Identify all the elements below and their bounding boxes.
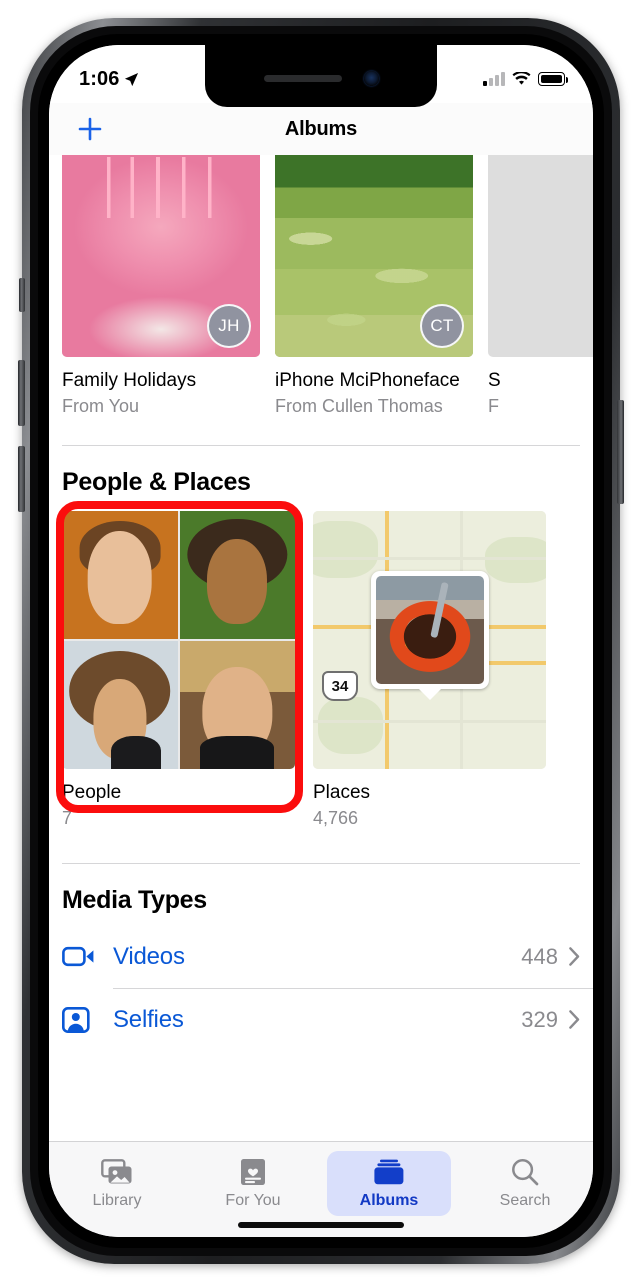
media-types-list: Videos 448 Selfies 329: [49, 925, 593, 1051]
avatar: JH: [207, 304, 251, 348]
album-title: S: [488, 370, 501, 391]
tab-library[interactable]: Library: [55, 1151, 179, 1216]
faces-grid: [62, 511, 295, 769]
face-photo: [179, 511, 295, 639]
status-bar-left: 1:06: [79, 68, 139, 91]
device-notch: [205, 45, 437, 107]
chevron-right-icon: [569, 947, 580, 966]
album-thumbnail[interactable]: [488, 155, 593, 357]
cellular-signal-icon: [483, 71, 505, 86]
volume-down-button[interactable]: [18, 446, 25, 512]
page-title: Albums: [284, 117, 358, 140]
mute-switch[interactable]: [19, 278, 25, 312]
media-type-count: 329: [521, 1006, 558, 1032]
chevron-right-icon: [569, 1010, 580, 1029]
screenshot-stage: 1:06 Albums JH Family Holidays From You …: [0, 0, 642, 1280]
media-type-row-videos[interactable]: Videos 448: [62, 925, 593, 988]
status-bar-right: [483, 71, 569, 86]
stew-bowl-photo: [375, 575, 484, 684]
tab-label: Albums: [359, 1192, 419, 1209]
avatar: CT: [420, 304, 464, 348]
section-header-people-places: People & Places: [62, 468, 251, 496]
battery-full-icon: [538, 72, 569, 86]
volume-up-button[interactable]: [18, 360, 25, 426]
magnifier-icon: [511, 1156, 539, 1188]
plus-icon: [78, 117, 102, 141]
status-time: 1:06: [79, 67, 120, 90]
album-thumbnail[interactable]: CT: [275, 155, 473, 357]
album-subtitle: From Cullen Thomas: [275, 396, 443, 416]
face-photo: [62, 641, 178, 769]
face-photo: [62, 511, 178, 639]
media-type-label: Selfies: [113, 1005, 184, 1033]
wifi-icon: [512, 72, 531, 85]
location-arrow-icon: [125, 72, 139, 87]
people-thumbnail[interactable]: [62, 511, 295, 769]
places-title: Places: [313, 782, 371, 803]
places-album-card[interactable]: 34 Places 4,766: [313, 511, 546, 829]
people-title: People: [62, 782, 122, 803]
power-button[interactable]: [617, 400, 624, 504]
shared-album-card[interactable]: CT iPhone MciPhoneface From Cullen Thoma…: [275, 155, 473, 417]
people-places-row: People 7 34 Places 4,766: [49, 497, 593, 829]
album-title: iPhone MciPhoneface: [275, 370, 460, 391]
media-type-label: Videos: [113, 942, 185, 970]
tab-label: Search: [499, 1192, 551, 1209]
media-type-row-selfies[interactable]: Selfies 329: [62, 988, 593, 1051]
partial-photo: [488, 155, 593, 357]
tab-label: Library: [92, 1192, 142, 1209]
shared-albums-row[interactable]: JH Family Holidays From You CT iPhone Mc…: [49, 155, 593, 417]
photo-map-pin: [370, 570, 489, 689]
home-indicator[interactable]: [238, 1222, 404, 1228]
navigation-bar: Albums: [49, 103, 593, 155]
photo-stack-icon: [101, 1156, 133, 1188]
heart-card-icon: [240, 1156, 266, 1188]
tab-search[interactable]: Search: [463, 1151, 587, 1216]
shared-album-card[interactable]: S F: [488, 155, 593, 417]
video-camera-icon: [62, 945, 100, 968]
places-count: 4,766: [313, 808, 359, 828]
album-subtitle: From You: [62, 396, 140, 416]
media-type-count: 448: [521, 943, 558, 969]
face-photo: [179, 641, 295, 769]
selfie-person-icon: [62, 1006, 100, 1033]
front-camera-icon: [363, 70, 379, 86]
albums-scroll-view[interactable]: JH Family Holidays From You CT iPhone Mc…: [49, 155, 593, 1155]
tab-for-you[interactable]: For You: [191, 1151, 315, 1216]
section-header-media-types: Media Types: [62, 886, 207, 914]
album-thumbnail[interactable]: JH: [62, 155, 260, 357]
phone-screen: 1:06 Albums JH Family Holidays From You …: [49, 45, 593, 1237]
add-album-button[interactable]: [75, 114, 105, 144]
tab-albums[interactable]: Albums: [327, 1151, 451, 1216]
highway-shield-icon: 34: [322, 671, 358, 701]
tab-label: For You: [225, 1192, 281, 1209]
shared-album-card[interactable]: JH Family Holidays From You: [62, 155, 260, 417]
places-thumbnail[interactable]: 34: [313, 511, 546, 769]
map-with-photo-pin: 34: [313, 511, 546, 769]
people-count: 7: [62, 808, 73, 828]
album-title: Family Holidays: [62, 370, 197, 391]
albums-folder-icon: [373, 1156, 405, 1188]
album-subtitle: F: [488, 396, 499, 416]
earpiece-speaker-icon: [263, 74, 342, 82]
people-album-card[interactable]: People 7: [62, 511, 295, 829]
